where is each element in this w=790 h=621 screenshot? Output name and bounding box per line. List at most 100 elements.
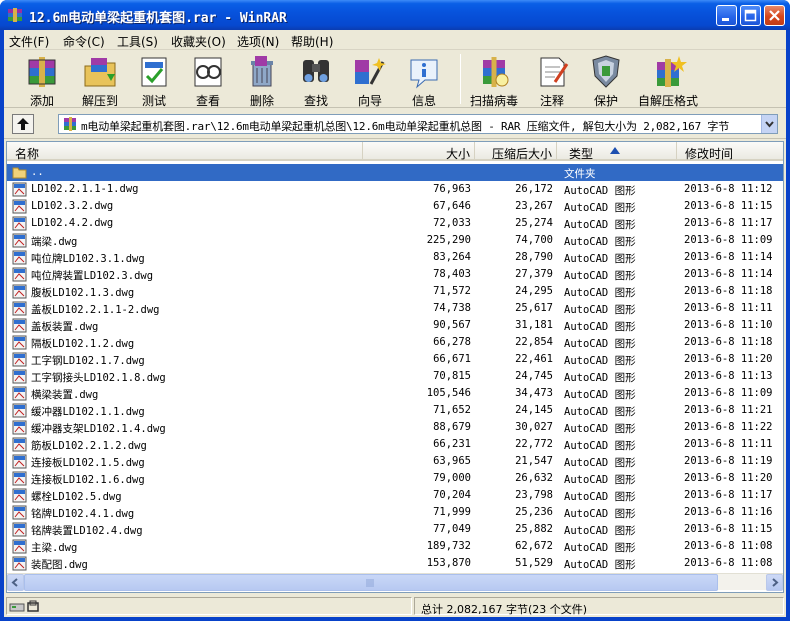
scroll-left-button[interactable] [7, 574, 24, 591]
up-one-level-button[interactable] [12, 114, 34, 134]
column-modified[interactable]: 修改时间 [677, 142, 783, 161]
file-row[interactable]: 隔板LD102.1.2.dwg 66,278 22,854 AutoCAD 图形 201… [7, 334, 783, 351]
sfx-button[interactable]: 自解压格式 [634, 52, 702, 108]
file-row[interactable]: 腹板LD102.1.3.dwg 71,572 24,295 AutoCAD 图形 201… [7, 283, 783, 300]
protect-button[interactable]: 保护 [584, 52, 628, 108]
file-type: AutoCAD 图形 [564, 321, 636, 333]
file-row[interactable]: 缓冲器支架LD102.1.4.dwg 88,679 30,027 AutoCAD 图形… [7, 419, 783, 436]
file-modified: 2013-6-8 11:19 [684, 455, 773, 467]
up-arrow-icon [17, 118, 29, 130]
file-row[interactable]: 吨位牌LD102.3.1.dwg 83,264 28,790 AutoCAD 图形 20… [7, 249, 783, 266]
file-packed-size: 22,772 [515, 438, 553, 450]
file-type: 文件夹 [564, 168, 596, 180]
menu-file[interactable]: 文件(F) [9, 33, 49, 50]
file-modified: 2013-6-8 11:14 [684, 251, 773, 263]
maximize-icon [744, 9, 757, 22]
info-button[interactable]: 信息 [402, 52, 446, 108]
file-packed-size: 31,181 [515, 319, 553, 331]
address-dropdown-button[interactable] [761, 115, 777, 133]
file-row[interactable]: 筋板LD102.2.1.2.dwg 66,231 22,772 AutoCAD 图形 2… [7, 436, 783, 453]
scroll-thumb[interactable] [24, 574, 718, 591]
menu-tools[interactable]: 工具(S) [117, 33, 158, 50]
title-bar[interactable]: 12.6m电动单梁起重机套图.rar - WinRAR [0, 0, 790, 30]
file-row[interactable]: LD102.4.2.dwg 72,033 25,274 AutoCAD 图形 2013-… [7, 215, 783, 232]
file-size: 66,231 [433, 438, 471, 450]
file-row[interactable]: 横梁装置.dwg 105,546 34,473 AutoCAD 图形 2013-6-8 … [7, 385, 783, 402]
view-button[interactable]: 查看 [186, 52, 230, 108]
file-type: AutoCAD 图形 [564, 236, 636, 248]
file-row[interactable]: 工字钢接头LD102.1.8.dwg 70,815 24,745 AutoCAD 图形… [7, 368, 783, 385]
dwg-file-icon [12, 182, 27, 197]
dwg-file-icon [12, 301, 27, 316]
file-packed-size: 25,617 [515, 302, 553, 314]
column-packed[interactable]: 压缩后大小 [475, 142, 557, 161]
file-packed-size: 23,798 [515, 489, 553, 501]
menu-options[interactable]: 选项(N) [237, 33, 279, 50]
file-row[interactable]: 铭牌装置LD102.4.dwg 77,049 25,882 AutoCAD 图形 201… [7, 521, 783, 538]
winrar-app-icon [8, 8, 22, 22]
file-name: 缓冲器LD102.1.1.dwg [31, 406, 145, 418]
virus-scan-button[interactable]: 扫描病毒 [466, 52, 522, 108]
extract-to-button[interactable]: 解压到 [74, 52, 126, 108]
scroll-right-button[interactable] [766, 574, 783, 591]
file-name: 隔板LD102.1.2.dwg [31, 338, 135, 350]
file-row[interactable]: 连接板LD102.1.5.dwg 63,965 21,547 AutoCAD 图形 20… [7, 453, 783, 470]
file-row[interactable]: 螺栓LD102.5.dwg 70,204 23,798 AutoCAD 图形 2013-… [7, 487, 783, 504]
status-panel-left [6, 597, 412, 615]
comment-button[interactable]: 注释 [530, 52, 574, 108]
maximize-button[interactable] [740, 5, 761, 26]
file-size: 77,049 [433, 523, 471, 535]
add-button[interactable]: 添加 [16, 52, 68, 108]
file-row[interactable]: LD102.3.2.dwg 67,646 23,267 AutoCAD 图形 2013-… [7, 198, 783, 215]
file-name: 工字钢LD102.1.7.dwg [31, 355, 145, 367]
file-row[interactable]: 主梁.dwg 189,732 62,672 AutoCAD 图形 2013-6-8 11… [7, 538, 783, 555]
file-type: AutoCAD 图形 [564, 219, 636, 231]
find-button[interactable]: 查找 [294, 52, 338, 108]
file-row[interactable]: 铭牌LD102.4.1.dwg 71,999 25,236 AutoCAD 图形 201… [7, 504, 783, 521]
column-size[interactable]: 大小 [363, 142, 475, 161]
file-row[interactable]: 盖板装置.dwg 90,567 31,181 AutoCAD 图形 2013-6-8 1… [7, 317, 783, 334]
column-type[interactable]: 类型 [557, 142, 677, 161]
file-row[interactable]: 缓冲器LD102.1.1.dwg 71,652 24,145 AutoCAD 图形 20… [7, 402, 783, 419]
file-modified: 2013-6-8 11:22 [684, 421, 773, 433]
file-type: AutoCAD 图形 [564, 508, 636, 520]
file-row[interactable]: LD102.2.1.1-1.dwg 76,963 26,172 AutoCAD 图形 2… [7, 181, 783, 198]
file-packed-size: 22,461 [515, 353, 553, 365]
delete-button[interactable]: 删除 [240, 52, 284, 108]
file-packed-size: 25,236 [515, 506, 553, 518]
file-row[interactable]: 吨位牌装置LD102.3.dwg 78,403 27,379 AutoCAD 图形 20… [7, 266, 783, 283]
file-modified: 2013-6-8 11:17 [684, 489, 773, 501]
chevron-down-icon [765, 121, 774, 128]
file-packed-size: 51,529 [515, 557, 553, 569]
horizontal-scrollbar[interactable] [7, 573, 783, 591]
parent-folder-row[interactable]: .. 文件夹 [7, 164, 783, 181]
wizard-button[interactable]: 向导 [348, 52, 392, 108]
menu-commands[interactable]: 命令(C) [63, 33, 105, 50]
file-name: LD102.3.2.dwg [31, 200, 114, 212]
file-name: 螺栓LD102.5.dwg [31, 491, 122, 503]
file-name: 横梁装置.dwg [31, 389, 99, 401]
column-name[interactable]: 名称 [7, 142, 363, 161]
dwg-file-icon [12, 335, 27, 350]
test-icon [141, 57, 167, 87]
file-type: AutoCAD 图形 [564, 372, 636, 384]
dwg-file-icon [12, 522, 27, 537]
wizard-icon [355, 58, 386, 85]
file-row[interactable]: 端梁.dwg 225,290 74,700 AutoCAD 图形 2013-6-8 11… [7, 232, 783, 249]
close-button[interactable] [764, 5, 785, 26]
menu-help[interactable]: 帮助(H) [291, 33, 333, 50]
file-row[interactable]: 工字钢LD102.1.7.dwg 66,671 22,461 AutoCAD 图形 20… [7, 351, 783, 368]
file-type: AutoCAD 图形 [564, 559, 636, 571]
file-row[interactable]: 连接板LD102.1.6.dwg 79,000 26,632 AutoCAD 图形 20… [7, 470, 783, 487]
dwg-file-icon [12, 284, 27, 299]
file-size: 189,732 [426, 540, 471, 552]
file-row[interactable]: 盖板LD102.2.1.1-2.dwg 74,738 25,617 AutoCAD 图… [7, 300, 783, 317]
menu-favorites[interactable]: 收藏夹(O) [171, 33, 226, 50]
address-field[interactable]: m电动单梁起重机套图.rar\12.6m电动单梁起重机总图\12.6m电动单梁起… [58, 114, 778, 134]
dwg-file-icon [12, 539, 27, 554]
file-packed-size: 24,295 [515, 285, 553, 297]
file-row[interactable]: 装配图.dwg 153,870 51,529 AutoCAD 图形 2013-6-8 1… [7, 555, 783, 572]
test-button[interactable]: 测试 [132, 52, 176, 108]
file-packed-size: 62,672 [515, 540, 553, 552]
minimize-button[interactable] [716, 5, 737, 26]
